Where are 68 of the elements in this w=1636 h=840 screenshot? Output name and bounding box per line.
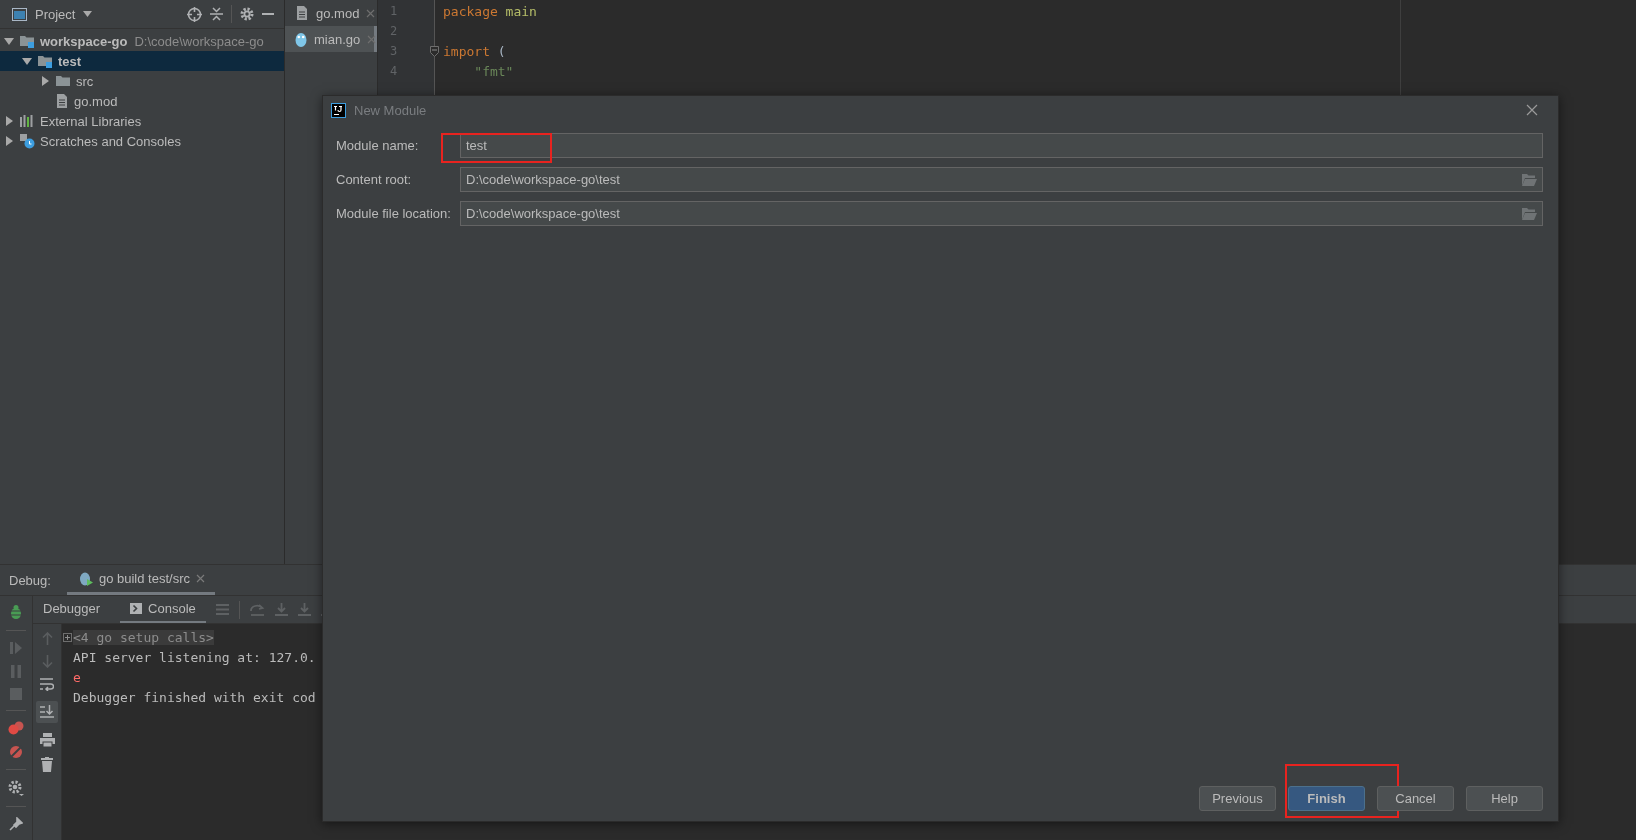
module-folder-icon [37, 54, 53, 68]
text-field[interactable]: D:\code\workspace-go\test [460, 167, 1543, 192]
menu-icon[interactable] [215, 604, 229, 615]
field-label: Module file location: [336, 206, 452, 221]
console-line: Debugger finished with exit cod [73, 689, 316, 705]
pin-icon[interactable] [9, 817, 23, 831]
editor-tab[interactable]: mian.go [285, 26, 377, 52]
editor-tab[interactable]: go.mod [285, 0, 377, 26]
tree-item[interactable]: go.mod [0, 91, 284, 111]
close-icon[interactable] [367, 34, 377, 44]
locate-icon[interactable] [187, 6, 202, 22]
force-step-into-icon[interactable] [297, 603, 311, 616]
file-icon [55, 93, 69, 109]
dialog-button[interactable]: Cancel [1377, 786, 1454, 811]
field-label: Module name: [336, 138, 420, 153]
code-line: import ( [443, 43, 506, 59]
text-field[interactable]: test [460, 133, 1543, 158]
scratches-icon [19, 133, 35, 149]
folder-icon [55, 74, 71, 88]
console-line: API server listening at: 127.0. [73, 649, 316, 665]
panel-icon [12, 7, 27, 21]
gopher-run-icon [78, 571, 93, 586]
tree-item[interactable]: src [0, 71, 284, 91]
tree-item[interactable]: workspace-go D:\code\workspace-go [0, 31, 284, 51]
console-icon [130, 603, 143, 614]
tree-item[interactable]: Scratches and Consoles [0, 131, 284, 151]
collapse-all-icon[interactable] [210, 7, 223, 21]
finish-button[interactable]: Finish [1288, 786, 1365, 811]
library-icon [19, 114, 35, 128]
dropdown-icon[interactable] [83, 11, 93, 17]
debug-label: Debug: [9, 572, 51, 588]
step-into-icon[interactable] [274, 603, 288, 616]
code-line: "fmt" [473, 63, 514, 79]
dialog-title: New Module [354, 102, 427, 118]
text-field[interactable]: D:\code\workspace-go\test [460, 201, 1543, 226]
tree-item[interactable]: test [0, 51, 284, 71]
print-icon[interactable] [39, 733, 55, 747]
panel-title[interactable]: Project [35, 6, 76, 22]
bug-icon[interactable] [8, 604, 24, 620]
module-folder-icon [19, 34, 35, 48]
path-label: D:\code\workspace-go [134, 33, 264, 49]
breakpoints-icon[interactable] [8, 721, 24, 735]
tree-item[interactable]: External Libraries [0, 111, 284, 131]
dialog-button[interactable]: Help [1466, 786, 1543, 811]
settings-icon[interactable] [240, 7, 254, 21]
code-line: package main [443, 3, 537, 19]
scroll-to-end-icon[interactable] [36, 701, 58, 723]
gopher-icon [295, 31, 307, 47]
mute-breakpoints-icon[interactable] [9, 745, 23, 759]
file-icon [295, 5, 309, 21]
settings-icon[interactable] [8, 780, 24, 796]
session-tab[interactable]: go build test/src [66, 565, 215, 595]
folder-icon[interactable] [1522, 173, 1537, 186]
folder-icon[interactable] [1522, 207, 1537, 220]
console-line: e [73, 669, 81, 685]
expand-icon[interactable] [63, 632, 72, 642]
close-icon[interactable] [195, 574, 205, 583]
expand-arrow-icon[interactable] [40, 76, 50, 86]
debug-tab[interactable]: Debugger [33, 596, 111, 623]
dialog-button[interactable]: Previous [1199, 786, 1276, 811]
trash-icon[interactable] [41, 757, 53, 772]
close-icon[interactable] [366, 8, 376, 18]
step-over-icon[interactable] [249, 603, 265, 616]
app-logo-icon [331, 102, 346, 118]
field-label: Content root: [336, 172, 413, 187]
close-icon[interactable] [1526, 104, 1538, 116]
fold-marker-icon[interactable] [430, 45, 439, 57]
soft-wrap-icon[interactable] [40, 678, 54, 691]
